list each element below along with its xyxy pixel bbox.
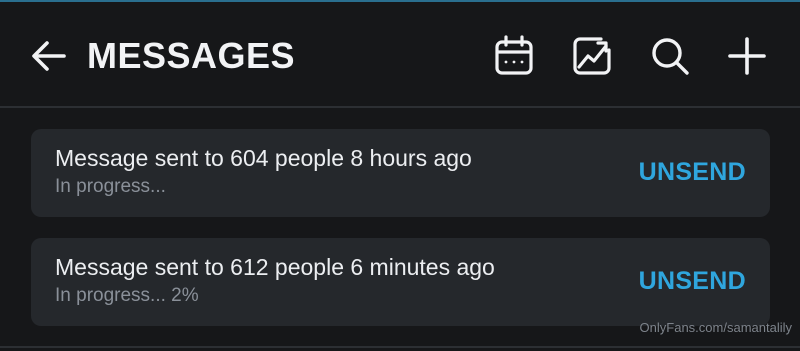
app-header: MESSAGES	[0, 2, 800, 106]
search-icon[interactable]	[648, 34, 692, 78]
calendar-icon[interactable]	[492, 34, 536, 78]
unsend-button[interactable]: UNSEND	[639, 156, 746, 188]
unsend-button[interactable]: UNSEND	[639, 265, 746, 297]
back-arrow-icon[interactable]	[28, 34, 72, 78]
message-status: In progress... 2%	[55, 285, 199, 306]
header-divider	[0, 106, 800, 108]
message-card: Message sent to 604 people 8 hours ago I…	[31, 129, 770, 217]
message-status: In progress...	[55, 176, 166, 197]
page-title: MESSAGES	[87, 35, 296, 76]
bottom-divider	[0, 346, 800, 348]
message-summary: Message sent to 612 people 6 minutes ago	[55, 254, 495, 280]
watermark: OnlyFans.com/samantalily	[639, 320, 792, 335]
plus-icon[interactable]	[725, 34, 769, 78]
message-card: Message sent to 612 people 6 minutes ago…	[31, 238, 770, 326]
message-summary: Message sent to 604 people 8 hours ago	[55, 145, 472, 171]
image-chart-icon[interactable]	[570, 34, 614, 78]
